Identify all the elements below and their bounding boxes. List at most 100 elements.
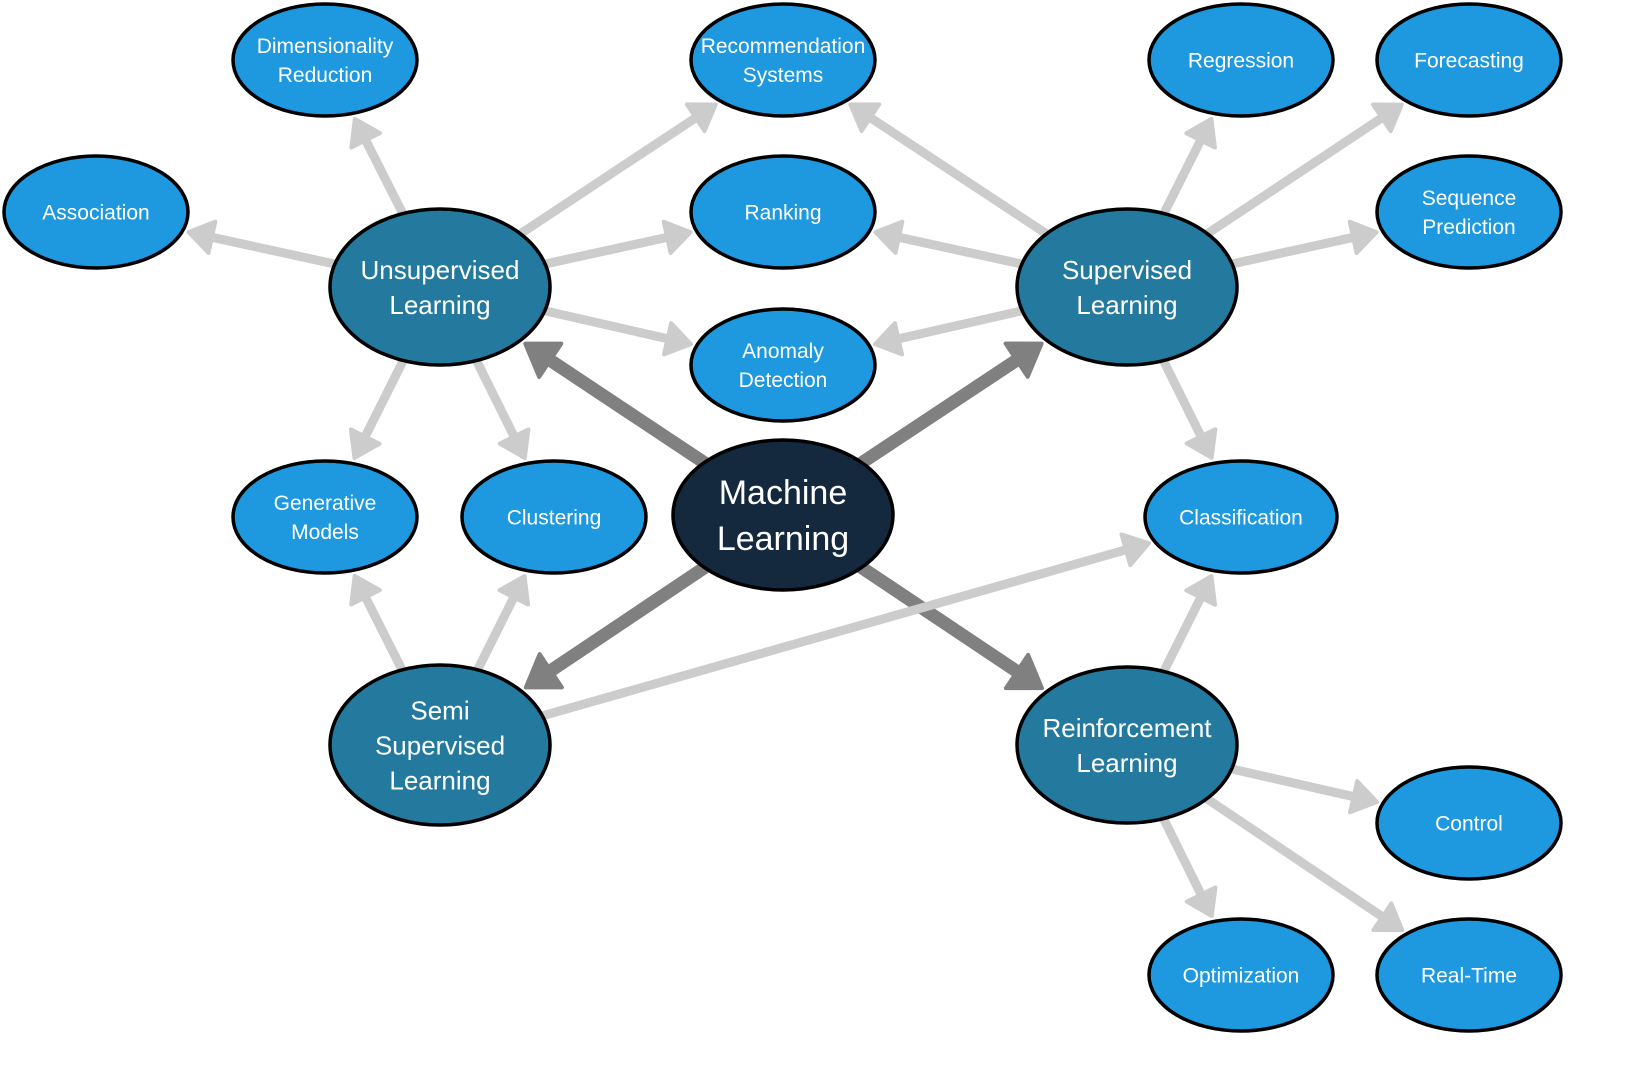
arrowhead-icon <box>662 321 693 357</box>
node-ellipse <box>328 207 552 367</box>
node-realtime: Real-Time <box>1375 917 1563 1033</box>
node-label: Learning <box>1076 748 1177 778</box>
node-label: Reinforcement <box>1042 713 1212 743</box>
edge-sup-to-ranking <box>873 219 1035 271</box>
edge-ml-to-unsup <box>523 341 718 474</box>
node-label: Recommendation <box>701 35 866 58</box>
edge-rl-to-optimization <box>1155 806 1218 919</box>
edge-line <box>468 348 521 445</box>
edge-ml-to-sup <box>848 341 1044 474</box>
node-label: Anomaly <box>742 340 824 363</box>
node-ellipse <box>689 2 877 118</box>
node-label: Ranking <box>744 202 821 225</box>
node-ellipse <box>231 459 419 575</box>
node-association: Association <box>2 154 190 270</box>
node-ellipse <box>231 2 419 118</box>
edge-rl-to-realtime <box>1195 789 1405 933</box>
node-label: Learning <box>717 520 849 558</box>
edge-rl-to-control <box>1219 762 1379 815</box>
edge-line <box>540 351 718 474</box>
arrowhead-icon <box>873 219 905 255</box>
edge-line <box>358 348 412 445</box>
edge-rl-to-classification <box>1155 574 1218 684</box>
edge-unsup-to-recsys <box>509 102 718 243</box>
edge-line <box>203 231 348 271</box>
node-ellipse <box>1015 665 1239 825</box>
node-sup: Supervised Learning <box>1015 207 1239 367</box>
arrowhead-icon <box>1348 779 1379 815</box>
arrowhead-icon <box>661 219 693 255</box>
node-label: Optimization <box>1183 965 1300 988</box>
node-label: Sequence <box>1422 187 1517 210</box>
arrowhead-icon <box>1347 219 1379 256</box>
edge-line <box>1219 232 1362 271</box>
edge-line <box>1196 111 1390 243</box>
node-ellipse <box>1015 207 1239 367</box>
ml-concept-map: MachineLearningUnsupervisedLearningSuper… <box>2 2 1563 1033</box>
node-label: Dimensionality <box>257 35 394 58</box>
node-label: Clustering <box>507 507 602 530</box>
edge-line <box>509 111 704 243</box>
edge-semi-to-clustering <box>469 573 531 682</box>
edge-sup-to-recsys <box>848 102 1058 243</box>
node-generative: Generative Models <box>231 459 419 575</box>
node-label: Regression <box>1188 50 1294 73</box>
node-classification: Classification <box>1143 459 1339 575</box>
edge-line <box>890 231 1035 271</box>
node-label: Supervised <box>1062 255 1192 285</box>
node-clustering: Clustering <box>460 459 648 575</box>
node-unsup: Unsupervised Learning <box>328 207 552 367</box>
node-dimred: Dimensionality Reduction <box>231 2 419 118</box>
edge-line <box>532 231 676 271</box>
node-ml: Machine Learning <box>671 438 895 592</box>
edge-sup-to-seqpred <box>1219 219 1379 271</box>
node-semi: Semi Supervised Learning <box>328 663 552 827</box>
edge-line <box>1195 789 1391 924</box>
edge-line <box>848 351 1027 474</box>
node-label: Models <box>291 521 359 544</box>
arrowhead-icon <box>186 219 218 255</box>
edge-line <box>532 304 676 345</box>
edge-line <box>1155 806 1208 903</box>
node-ellipse <box>1375 154 1563 270</box>
node-label: Systems <box>743 64 824 87</box>
node-label: Reduction <box>278 64 373 87</box>
node-label: Control <box>1435 813 1503 836</box>
node-label: Forecasting <box>1414 50 1524 73</box>
edge-sup-to-classification <box>1155 348 1218 460</box>
edge-unsup-to-ranking <box>532 219 693 271</box>
node-label: Real-Time <box>1421 965 1517 988</box>
edge-line <box>890 304 1035 345</box>
node-ranking: Ranking <box>689 154 877 270</box>
node-ellipse <box>671 438 895 592</box>
node-label: Semi <box>410 695 469 725</box>
edge-line <box>1155 348 1208 445</box>
node-label: Unsupervised <box>361 255 520 285</box>
edge-line <box>1155 132 1207 226</box>
arrowhead-icon <box>1119 532 1151 568</box>
edge-unsup-to-association <box>186 219 348 271</box>
node-label: Association <box>42 202 149 225</box>
node-rl: Reinforcement Learning <box>1015 665 1239 825</box>
edge-sup-to-forecasting <box>1196 102 1404 243</box>
node-seqpred: Sequence Prediction <box>1375 154 1563 270</box>
edge-line <box>540 556 718 680</box>
node-ellipse <box>689 307 877 423</box>
node-control: Control <box>1375 765 1563 881</box>
edge-line <box>469 589 521 682</box>
node-label: Generative <box>274 492 377 515</box>
node-label: Detection <box>739 369 828 392</box>
node-label: Learning <box>1076 290 1177 320</box>
node-label: Learning <box>389 290 490 320</box>
edge-unsup-to-generative <box>348 348 412 461</box>
node-label: Prediction <box>1422 216 1515 239</box>
node-label: Learning <box>389 765 490 795</box>
node-label: Machine <box>719 474 848 512</box>
edge-sup-to-regression <box>1155 116 1217 226</box>
edge-semi-to-generative <box>349 573 411 682</box>
node-label: Supervised <box>375 730 505 760</box>
node-optimization: Optimization <box>1147 917 1335 1033</box>
node-recsys: Recommendation Systems <box>689 2 877 118</box>
edge-unsup-to-dimred <box>349 116 411 226</box>
edge-ml-to-semi <box>523 556 718 690</box>
